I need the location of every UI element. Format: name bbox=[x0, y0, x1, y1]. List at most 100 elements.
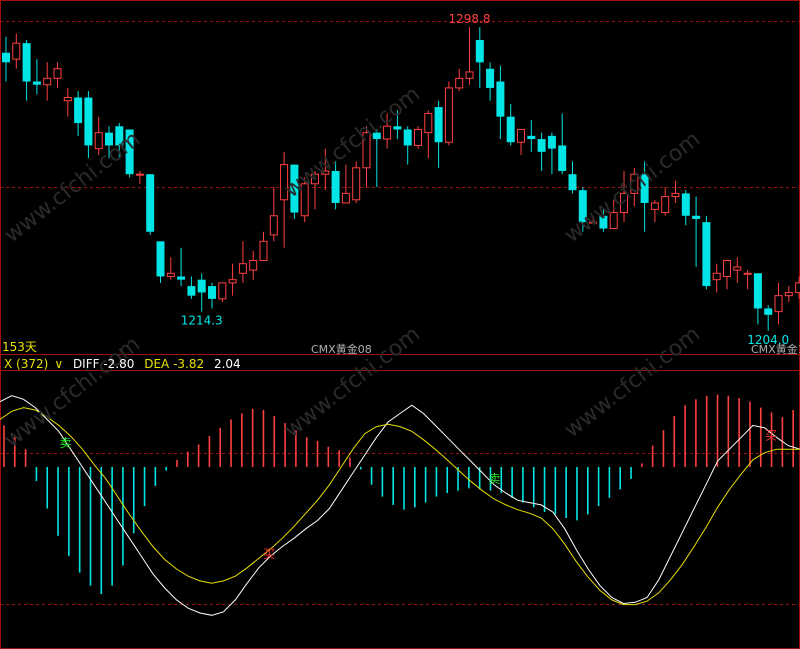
dea-line bbox=[0, 407, 800, 606]
candle-up bbox=[630, 173, 639, 194]
candle-down bbox=[146, 174, 155, 232]
days-label: 153天 bbox=[2, 340, 37, 354]
candle-up bbox=[620, 192, 628, 214]
candle-up bbox=[455, 77, 464, 89]
candle-up bbox=[743, 272, 752, 275]
diff-line bbox=[0, 395, 800, 616]
candle-up bbox=[259, 240, 268, 262]
candle-down bbox=[403, 129, 412, 146]
candle-up bbox=[341, 192, 350, 204]
candle-down bbox=[475, 39, 484, 63]
candle-down bbox=[702, 222, 711, 287]
candle-up bbox=[774, 295, 783, 313]
candle-down bbox=[692, 215, 701, 219]
sell-signal: 卖 bbox=[59, 436, 71, 450]
diff-label: DIFF -2.80 bbox=[72, 357, 135, 371]
candle-down bbox=[125, 129, 134, 175]
candle-up bbox=[733, 266, 742, 271]
label-layer: 1298.81214.31204.0卖买卖买 bbox=[59, 12, 789, 561]
chevron-down-icon[interactable]: ∨ bbox=[54, 357, 63, 371]
candle-up bbox=[300, 183, 309, 217]
macd-layer bbox=[0, 394, 800, 616]
candle-up bbox=[249, 260, 258, 271]
candle-up bbox=[650, 202, 659, 210]
candle-up bbox=[661, 196, 670, 214]
candle-up bbox=[362, 132, 371, 169]
candle-down bbox=[640, 174, 649, 203]
candle-down bbox=[527, 135, 536, 140]
candle-up bbox=[795, 282, 800, 293]
candle-down bbox=[290, 164, 299, 213]
candle-down bbox=[578, 190, 587, 223]
candle-down bbox=[22, 43, 31, 82]
macd-mode-selector[interactable]: X (372) bbox=[4, 357, 48, 371]
candle-down bbox=[105, 132, 113, 146]
candle-up bbox=[321, 170, 330, 175]
candle-up bbox=[12, 42, 21, 60]
candle-up bbox=[414, 128, 422, 146]
contract-label: CMX黄金1 bbox=[751, 343, 800, 356]
candle-down bbox=[372, 132, 381, 140]
candle-down bbox=[32, 81, 41, 85]
candle-down bbox=[753, 273, 762, 309]
candle-up bbox=[311, 173, 319, 185]
candle-down bbox=[764, 308, 773, 315]
candle-down bbox=[177, 276, 186, 280]
sell-signal: 卖 bbox=[489, 472, 501, 486]
macd-value: 2.04 bbox=[213, 357, 241, 371]
candle-down bbox=[2, 52, 10, 63]
candle-down bbox=[393, 126, 402, 130]
candle-down bbox=[547, 135, 556, 149]
candle-down bbox=[434, 107, 443, 143]
candle-up bbox=[424, 112, 433, 134]
candle-up bbox=[465, 71, 474, 79]
candle-up bbox=[712, 272, 721, 281]
buy-signal: 买 bbox=[263, 547, 275, 561]
candle-down bbox=[74, 97, 83, 124]
candle-up bbox=[94, 132, 103, 150]
candle-up bbox=[53, 68, 62, 79]
candle-up bbox=[609, 212, 618, 230]
candlestick-chart: 1298.81214.31204.0卖买卖买 bbox=[0, 0, 800, 649]
candle-up bbox=[589, 221, 598, 224]
candles-layer bbox=[2, 27, 800, 331]
candle-down bbox=[187, 286, 196, 296]
candle-up bbox=[444, 87, 453, 143]
candle-down bbox=[197, 279, 206, 293]
candle-down bbox=[506, 116, 515, 143]
candle-down bbox=[558, 145, 567, 172]
candle-down bbox=[84, 97, 93, 146]
high-price-label: 1298.8 bbox=[449, 12, 491, 26]
contract-label: CMX黄金08 bbox=[311, 343, 372, 356]
candle-up bbox=[352, 167, 361, 201]
low-price-label: 1214.3 bbox=[181, 314, 223, 328]
candle-up bbox=[135, 173, 144, 176]
candle-up bbox=[228, 279, 237, 284]
candle-down bbox=[537, 139, 546, 152]
candle-down bbox=[681, 193, 690, 216]
candle-up bbox=[166, 272, 175, 277]
candle-down bbox=[568, 174, 577, 191]
candle-up bbox=[383, 125, 392, 140]
candle-up bbox=[784, 291, 793, 297]
candle-down bbox=[115, 126, 124, 146]
candle-down bbox=[208, 286, 216, 299]
candle-down bbox=[331, 171, 340, 203]
candle-up bbox=[671, 192, 680, 198]
dea-label: DEA -3.82 bbox=[144, 357, 205, 371]
candle-up bbox=[238, 263, 247, 274]
candle-up bbox=[723, 260, 731, 277]
candle-down bbox=[486, 68, 495, 88]
candle-down bbox=[496, 81, 505, 117]
buy-signal: 买 bbox=[765, 428, 777, 442]
macd-header: X (372) ∨ DIFF -2.80 DEA -3.82 2.04 bbox=[4, 357, 247, 371]
candle-up bbox=[63, 96, 72, 102]
frame bbox=[0, 0, 800, 649]
candle-down bbox=[156, 241, 165, 277]
candle-down bbox=[599, 215, 608, 229]
candle-up bbox=[218, 282, 227, 300]
candle-up bbox=[43, 77, 52, 86]
candle-up bbox=[269, 215, 278, 236]
candle-up bbox=[517, 128, 525, 143]
candle-up bbox=[280, 164, 289, 201]
